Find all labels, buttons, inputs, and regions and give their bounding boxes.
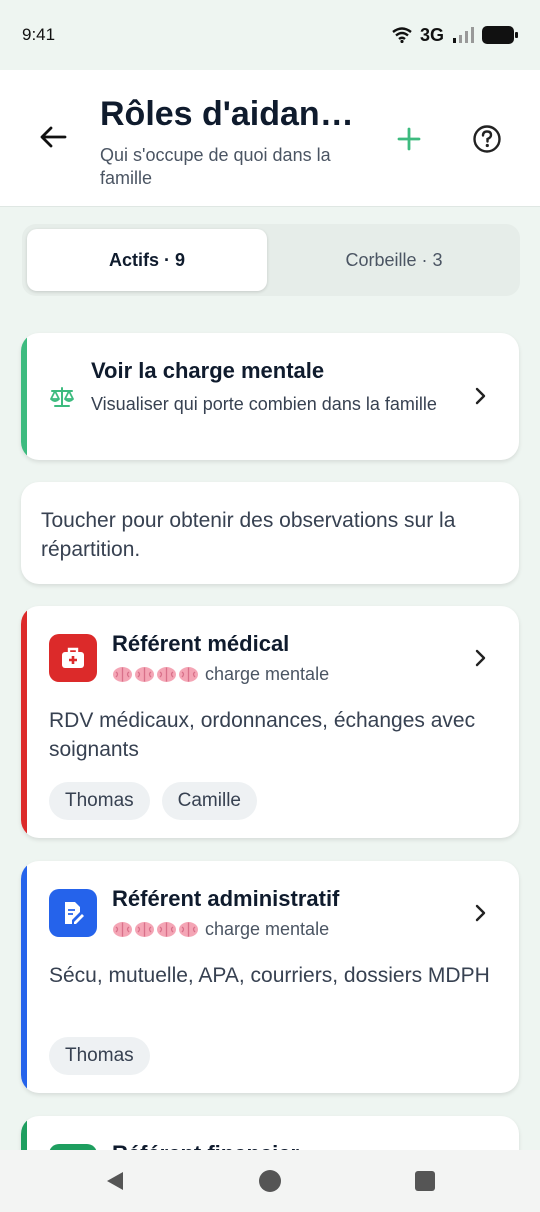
- plus-icon: [397, 127, 421, 151]
- member-chip[interactable]: Camille: [161, 782, 257, 820]
- insight-card[interactable]: Toucher pour obtenir des observations su…: [21, 482, 519, 584]
- member-chip[interactable]: Thomas: [49, 1037, 150, 1075]
- chevron-right-icon: [471, 903, 491, 923]
- member-chips: Thomas Camille: [49, 782, 257, 820]
- page-title: Rôles d'aidan…: [100, 95, 354, 133]
- brain-icon: [179, 922, 198, 937]
- member-chip[interactable]: Thomas: [49, 782, 150, 820]
- wifi-icon: [392, 27, 412, 43]
- network-type: 3G: [419, 24, 444, 45]
- help-button[interactable]: [471, 123, 503, 155]
- role-card-administrative[interactable]: Référent administratif charge mentale Sé…: [21, 861, 519, 1093]
- role-card-medical[interactable]: Référent médical charge mentale RDV médi…: [21, 606, 519, 838]
- brain-icon: [113, 667, 132, 682]
- chevron-right-icon: [471, 386, 491, 406]
- nav-back-button[interactable]: [103, 1169, 127, 1193]
- brain-icon: [135, 667, 154, 682]
- role-description: RDV médicaux, ordonnances, échanges avec…: [49, 709, 476, 761]
- member-chips: Thomas: [49, 1037, 150, 1075]
- mental-load-label: charge mentale: [205, 664, 330, 684]
- page-subtitle: Qui s'occupe de quoi dans la famille: [100, 145, 331, 188]
- brain-rating: [112, 666, 199, 683]
- app-bar: Rôles d'aidan… Qui s'occupe de quoi dans…: [0, 70, 540, 207]
- back-button[interactable]: [34, 118, 72, 156]
- add-role-button[interactable]: [392, 122, 426, 156]
- help-circle-icon: [473, 125, 501, 153]
- square-recents-icon: [415, 1171, 435, 1191]
- status-time: 9:41: [22, 25, 56, 44]
- role-title: Référent administratif: [112, 886, 340, 911]
- circle-home-icon: [259, 1170, 281, 1192]
- mental-load-indicator: charge mentale: [112, 919, 329, 940]
- status-bar: 9:41 3G: [0, 0, 540, 70]
- arrow-left-icon: [40, 126, 67, 148]
- card-accent: [21, 606, 27, 838]
- scale-icon: [50, 387, 74, 407]
- card-accent: [21, 333, 27, 460]
- mental-load-description: Visualiser qui porte combien dans la fam…: [91, 394, 437, 414]
- medical-kit-icon: [49, 634, 97, 682]
- nav-home-button[interactable]: [258, 1169, 282, 1193]
- tab-actifs[interactable]: Actifs · 9: [27, 229, 267, 291]
- triangle-back-icon: [107, 1172, 123, 1190]
- mental-load-indicator: charge mentale: [112, 664, 329, 685]
- status-icons: 3G: [392, 25, 518, 46]
- brain-icon: [113, 922, 132, 937]
- mental-load-title: Voir la charge mentale: [91, 358, 325, 383]
- battery-icon: [482, 26, 518, 44]
- tab-corbeille[interactable]: Corbeille · 3: [274, 229, 514, 291]
- brain-rating: [112, 921, 199, 938]
- role-title: Référent médical: [112, 631, 290, 656]
- brain-icon: [135, 922, 154, 937]
- mental-load-card[interactable]: Voir la charge mentale Visualiser qui po…: [21, 333, 519, 460]
- segmented-tabs: Actifs · 9 Corbeille · 3: [22, 224, 520, 296]
- system-nav-bar: [0, 1150, 540, 1212]
- brain-icon: [157, 922, 176, 937]
- signal-icon: [453, 27, 474, 43]
- insight-text: Toucher pour obtenir des observations su…: [41, 509, 456, 561]
- nav-recents-button[interactable]: [413, 1169, 437, 1193]
- card-accent: [21, 861, 27, 1093]
- chevron-right-icon: [471, 648, 491, 668]
- brain-icon: [157, 667, 176, 682]
- document-edit-icon: [49, 889, 97, 937]
- mental-load-label: charge mentale: [205, 919, 330, 939]
- role-description: Sécu, mutuelle, APA, courriers, dossiers…: [49, 964, 490, 987]
- brain-icon: [179, 667, 198, 682]
